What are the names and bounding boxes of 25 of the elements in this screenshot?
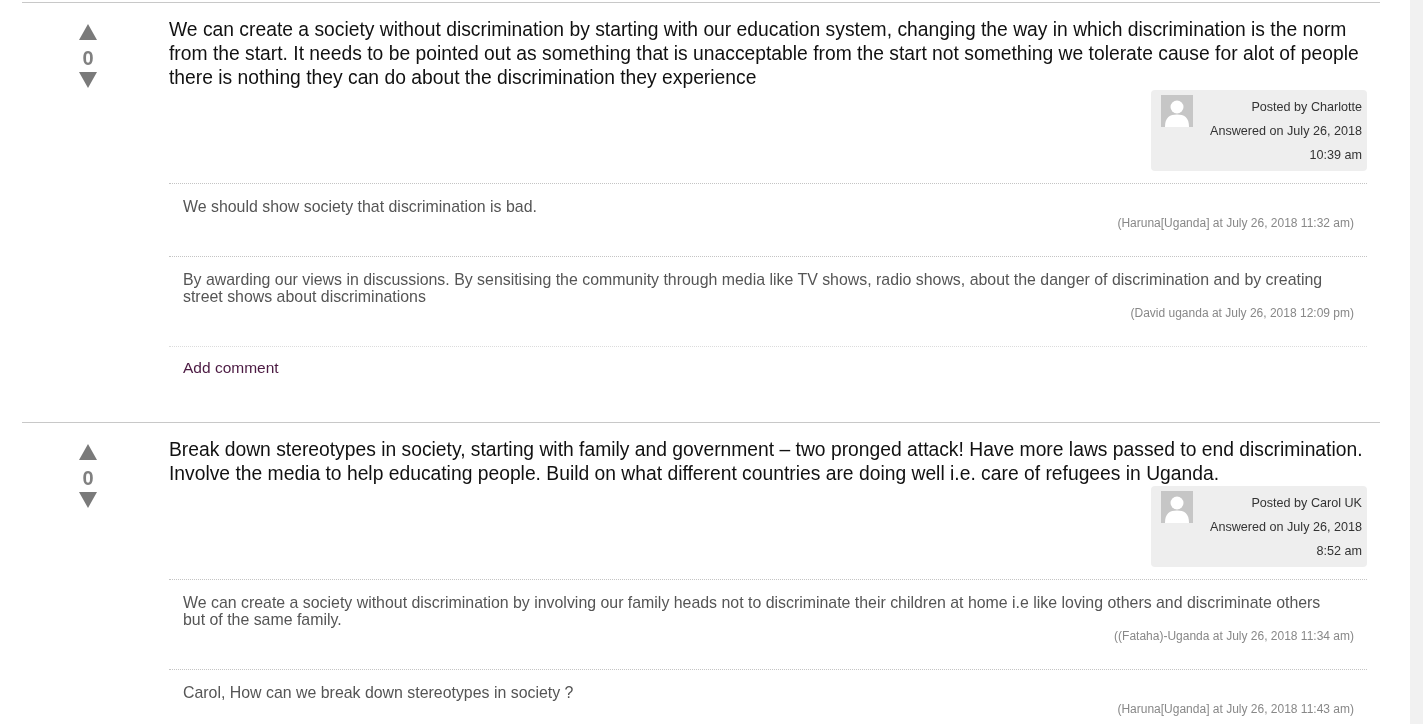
up-triangle-icon[interactable] bbox=[79, 24, 97, 40]
avatar-icon bbox=[1161, 491, 1194, 523]
answered-time-text: 8:52 am bbox=[1315, 543, 1362, 560]
up-triangle-icon[interactable] bbox=[79, 444, 97, 460]
comment-text: We can create a society without discrimination by involving our family heads not to discriminate their children at home i.e like loving others and discriminate others but of the same family. bbox=[183, 594, 1322, 628]
avatar-icon bbox=[1161, 95, 1194, 127]
down-triangle-icon[interactable] bbox=[79, 72, 97, 88]
answer-text: We can create a society without discrimination by starting with our education system, changing the way in which discrimination is the norm from the start. It needs to be pointed out as something that is unacceptable from the start not something we tolerate cause for alot of people there is nothing they can do about the discrimination they experience bbox=[169, 18, 1360, 90]
comment-meta: ((Fataha)-Uganda at July 26, 2018 11:34 am) bbox=[1114, 628, 1354, 645]
answered-time-text: 10:39 am bbox=[1308, 147, 1362, 164]
posted-by-text: Posted by Charlotte bbox=[1250, 99, 1362, 116]
comment-text: Carol, How can we break down stereotypes in society ? bbox=[183, 684, 575, 701]
comment-meta: (Haruna[Uganda] at July 26, 2018 11:43 am) bbox=[1117, 701, 1354, 718]
answered-date-text: Answered on July 26, 2018 bbox=[1210, 123, 1362, 140]
comment-text: We should show society that discrimination is bad. bbox=[183, 198, 538, 215]
vote-count: 0 bbox=[82, 466, 94, 490]
answer-text: Break down stereotypes in society, starting with family and government – two pronged attack! Have more laws passed to end discrimination. Involve the media to help educating people. Build on what different countries are doing well i.e. care of refugees in Uganda. bbox=[169, 438, 1364, 486]
posted-by-text: Posted by Carol UK bbox=[1250, 495, 1362, 512]
comment-meta: (Haruna[Uganda] at July 26, 2018 11:32 am) bbox=[1117, 215, 1354, 232]
add-comment-link[interactable]: Add comment bbox=[183, 359, 279, 377]
down-triangle-icon[interactable] bbox=[79, 492, 97, 508]
comment-text: By awarding our views in discussions. By sensitising the community through media like TV shows, radio shows, about the danger of discrimination and by creating street shows about discriminations bbox=[183, 271, 1324, 305]
comment-meta: (David uganda at July 26, 2018 12:09 pm) bbox=[1130, 305, 1354, 322]
answered-date-text: Answered on July 26, 2018 bbox=[1210, 519, 1362, 536]
vote-count: 0 bbox=[82, 46, 94, 70]
